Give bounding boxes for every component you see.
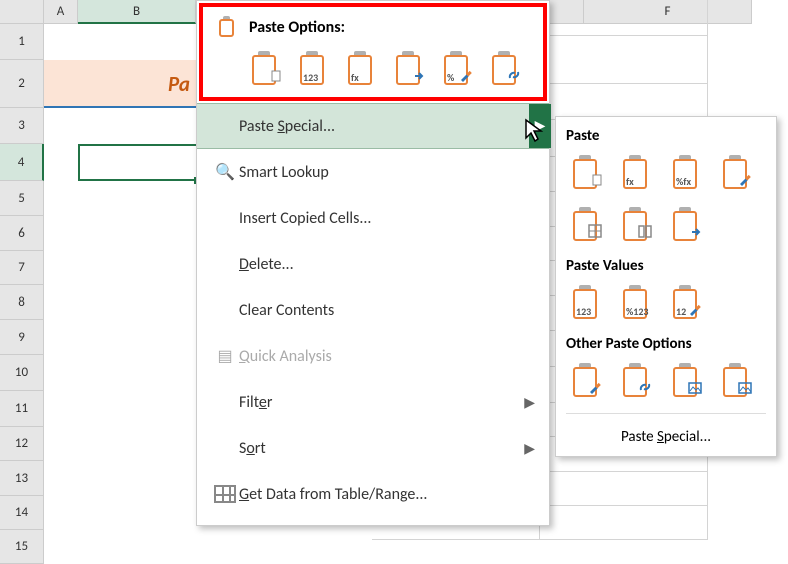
paste-formulas-numfmt-icon[interactable]: %fx [666,153,706,193]
sub-other-row [566,359,766,411]
sub-paste-special-link[interactable]: Paste Special... [566,420,766,452]
paste-options-row: 123fx% [203,43,543,97]
cell[interactable] [540,84,708,120]
sub-paste-header: Paste [566,125,766,151]
row-header-6[interactable]: 6 [0,216,44,251]
paste-transpose-icon[interactable] [666,205,706,245]
row-header-13[interactable]: 13 [0,461,44,496]
row-header-15[interactable]: 15 [0,530,44,564]
paste-values-icon[interactable]: 123 [566,283,606,323]
paste-linked-picture-icon[interactable] [716,361,756,401]
chevron-right-icon: ▶ [524,440,535,457]
paste-picture-icon[interactable] [666,361,706,401]
table-icon [211,485,239,503]
sub-other-header: Other Paste Options [566,333,766,359]
paste-special-submenu: Paste fx%fx Paste Values 123%12312 Other… [555,116,777,457]
paste-options-header: Paste Options: [203,7,543,43]
paste-transpose-icon[interactable] [389,49,429,89]
menu-quick-analysis-label: Quick Analysis [239,347,535,366]
row-header-5[interactable]: 5 [0,181,44,216]
select-all-corner[interactable] [0,0,44,24]
sub-paste-row1: fx%fx [566,151,766,203]
row-header-10[interactable]: 10 [0,355,44,391]
menu-paste-special[interactable]: Paste Special... ▶ [197,103,549,149]
menu-delete[interactable]: Delete... [197,241,549,287]
row-header-3[interactable]: 3 [0,108,44,144]
paste-formatting-icon[interactable]: % [437,49,477,89]
paste-values-icon[interactable]: 123 [293,49,333,89]
cell[interactable] [540,506,708,540]
paste-keepcolwidth-icon[interactable] [616,205,656,245]
menu-clear-label: Clear Contents [239,301,535,320]
sub-values-header: Paste Values [566,255,766,281]
spreadsheet-grid: A B C D E F 123456789101112131415 Pa Pas… [0,0,788,560]
menu-sort-label: Sort [239,439,524,458]
paste-options-highlight: Paste Options: 123fx% [199,3,547,101]
row-header-7[interactable]: 7 [0,251,44,285]
paste-link-icon[interactable] [616,361,656,401]
paste-keep-src-format-icon[interactable] [716,153,756,193]
paste-all-icon[interactable] [566,153,606,193]
row-header-14[interactable]: 14 [0,496,44,530]
context-menu: Paste Options: 123fx% Paste Special... ▶… [196,0,550,526]
paste-noborders-icon[interactable] [566,205,606,245]
chevron-right-icon: ▶ [524,394,535,411]
menu-get-data[interactable]: Get Data from Table/Range... [197,471,549,517]
active-cell[interactable] [78,144,198,181]
paste-values-numfmt-icon[interactable]: %123 [616,283,656,323]
row-header-11[interactable]: 11 [0,391,44,427]
paste-link-icon[interactable] [485,49,525,89]
menu-delete-label: Delete... [239,255,535,274]
row-headers: 123456789101112131415 [0,24,44,564]
cell[interactable] [540,0,708,36]
menu-insert-copied-label: Insert Copied Cells... [239,209,535,228]
menu-get-data-label: Get Data from Table/Range... [239,485,535,504]
menu-sort[interactable]: Sort ▶ [197,425,549,471]
menu-filter[interactable]: Filter ▶ [197,379,549,425]
row-header-1[interactable]: 1 [0,24,44,60]
menu-quick-analysis: ▤ Quick Analysis [197,333,549,379]
sub-values-row: 123%12312 [566,281,766,333]
row-header-2[interactable]: 2 [0,60,44,108]
menu-insert-copied-cells[interactable]: Insert Copied Cells... [197,195,549,241]
cell[interactable] [540,472,708,506]
menu-filter-label: Filter [239,393,524,412]
row-header-9[interactable]: 9 [0,320,44,355]
row-header-12[interactable]: 12 [0,427,44,461]
clipboard-icon [215,15,239,39]
menu-smart-lookup[interactable]: 🔍 Smart Lookup [197,149,549,195]
paste-formatting-icon[interactable] [566,361,606,401]
chevron-right-icon: ▶ [529,104,551,148]
row-header-4[interactable]: 4 [0,144,44,181]
paste-formulas-icon[interactable]: fx [616,153,656,193]
col-header-A[interactable]: A [44,0,78,24]
menu-clear-contents[interactable]: Clear Contents [197,287,549,333]
paste-formulas-icon[interactable]: fx [341,49,381,89]
col-header-B[interactable]: B [78,0,196,24]
paste-options-label: Paste Options: [249,18,345,37]
quick-analysis-icon: ▤ [211,346,239,366]
menu-paste-special-label: Paste Special... [239,117,527,136]
menu-smart-lookup-label: Smart Lookup [239,163,535,182]
paste-values-srcfmt-icon[interactable]: 12 [666,283,706,323]
cell[interactable] [540,36,708,84]
merged-cell-title: Pa [44,60,196,108]
sub-paste-row2 [566,203,766,255]
search-icon: 🔍 [211,162,239,182]
paste-icon[interactable] [245,49,285,89]
row-header-8[interactable]: 8 [0,285,44,320]
